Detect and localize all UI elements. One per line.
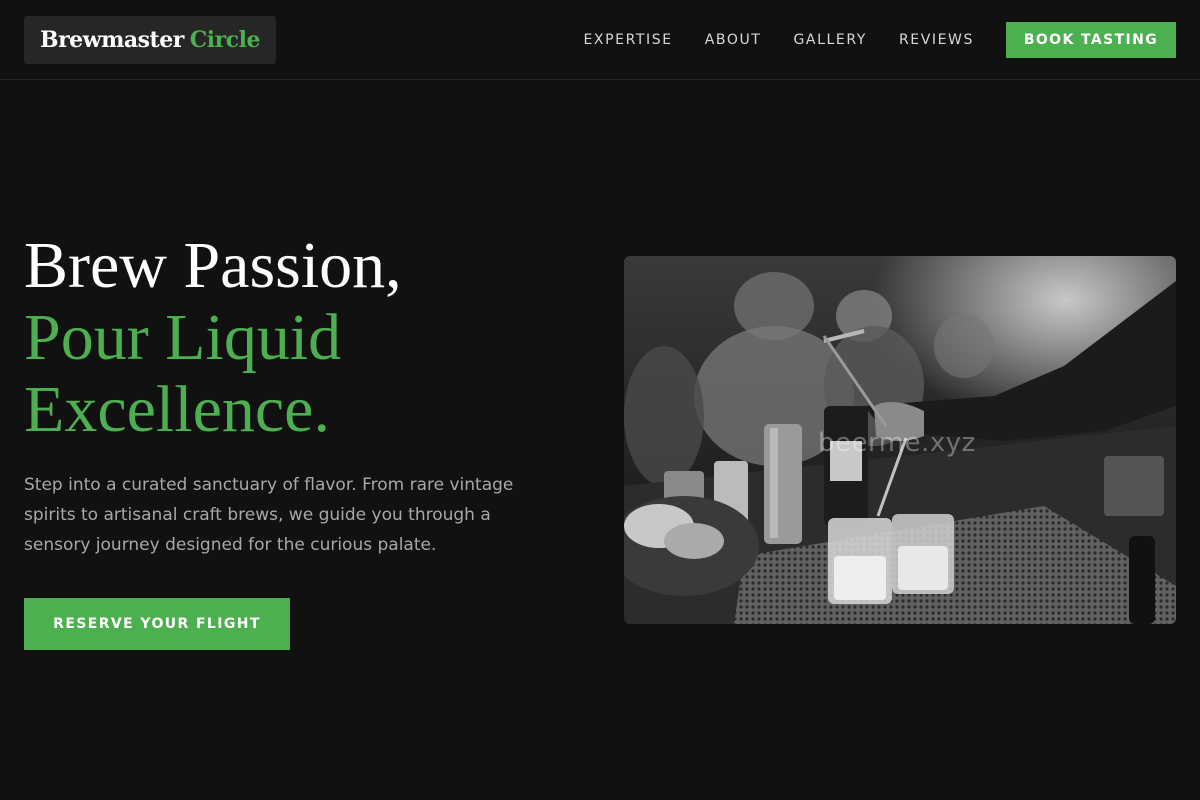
main-nav: EXPERTISE ABOUT GALLERY REVIEWS BOOK TAS… [583, 22, 1176, 58]
logo-main-text: Brewmaster [40, 27, 184, 53]
logo[interactable]: Brewmaster Circle [24, 16, 277, 64]
nav-link-expertise[interactable]: EXPERTISE [583, 32, 672, 48]
hero-title-line-3: Excellence. [24, 373, 330, 446]
hero-description: Step into a curated sanctuary of flavor.… [24, 475, 514, 555]
book-tasting-button[interactable]: BOOK TASTING [1006, 22, 1176, 58]
logo-accent-text: Circle [189, 27, 261, 53]
hero-title-line-1: Brew Passion, [24, 229, 402, 302]
nav-link-gallery[interactable]: GALLERY [793, 32, 866, 48]
hero-photo: beerme.xyz [624, 256, 1176, 624]
reserve-flight-button[interactable]: RESERVE YOUR FLIGHT [24, 598, 290, 650]
photo-watermark: beerme.xyz [818, 428, 976, 458]
hero-title-line-2: Pour Liquid [24, 301, 342, 374]
nav-link-reviews[interactable]: REVIEWS [899, 32, 974, 48]
hero-title: Brew Passion, Pour Liquid Excellence. [24, 230, 584, 446]
site-header: Brewmaster Circle EXPERTISE ABOUT GALLER… [0, 0, 1200, 80]
nav-link-about[interactable]: ABOUT [705, 32, 762, 48]
